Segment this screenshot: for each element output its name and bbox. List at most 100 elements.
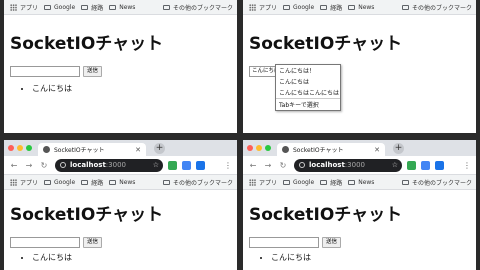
folder-icon — [162, 179, 170, 185]
bookmark-other[interactable]: その他のブックマーク — [162, 3, 233, 12]
bookmark-other[interactable]: その他のブックマーク — [401, 178, 472, 187]
page-title: SocketIOチャット — [10, 205, 164, 225]
folder-icon — [44, 4, 52, 10]
bookmark-google[interactable]: Google — [44, 179, 75, 186]
autocomplete-option[interactable]: こんにちは！ — [276, 65, 340, 76]
send-button[interactable]: 送信 — [83, 66, 103, 77]
bookmark-google[interactable]: Google — [44, 4, 75, 11]
close-window-icon[interactable] — [247, 145, 253, 151]
url-port: :3000 — [105, 161, 126, 169]
bookmark-news[interactable]: News — [109, 4, 135, 11]
back-icon[interactable]: ← — [9, 161, 19, 170]
folder-icon — [320, 4, 328, 10]
send-button[interactable]: 送信 — [322, 237, 342, 248]
autocomplete-option[interactable]: こんにちは — [276, 76, 340, 87]
info-icon[interactable] — [60, 162, 66, 168]
folder-icon — [401, 179, 409, 185]
forward-icon[interactable]: → — [263, 161, 273, 170]
maximize-window-icon[interactable] — [26, 145, 32, 151]
minimize-window-icon[interactable] — [256, 145, 262, 151]
bookmark-star-icon[interactable]: ☆ — [153, 161, 159, 169]
chat-form: 送信 — [10, 237, 231, 248]
window-controls — [247, 145, 271, 151]
address-bar[interactable]: localhost:3000 ☆ — [55, 158, 163, 172]
message-list: こんにちは — [10, 83, 231, 94]
extension-icon[interactable] — [168, 160, 177, 170]
bookmark-news[interactable]: News — [109, 179, 135, 186]
bookmark-other[interactable]: その他のブックマーク — [162, 178, 233, 187]
bookmark-star-icon[interactable]: ☆ — [392, 161, 398, 169]
menu-icon[interactable]: ⋮ — [463, 161, 471, 170]
message-input[interactable] — [249, 237, 319, 248]
reload-icon[interactable]: ↻ — [39, 161, 49, 170]
url-port: :3000 — [344, 161, 365, 169]
maximize-window-icon[interactable] — [265, 145, 271, 151]
bookmark-google[interactable]: Google — [283, 179, 314, 186]
bookmark-route[interactable]: 経路 — [81, 178, 103, 187]
favicon-icon — [282, 146, 289, 153]
address-bar[interactable]: localhost:3000 ☆ — [294, 158, 402, 172]
info-icon[interactable] — [299, 162, 305, 168]
bookmark-route[interactable]: 経路 — [320, 178, 342, 187]
close-tab-icon[interactable]: ✕ — [374, 146, 380, 154]
back-icon[interactable]: ← — [248, 161, 258, 170]
message-input[interactable] — [10, 237, 80, 248]
window-controls — [8, 145, 32, 151]
extension-icon[interactable] — [196, 160, 205, 170]
folder-icon — [401, 4, 409, 10]
bookmark-route[interactable]: 経路 — [320, 3, 342, 12]
apps-icon — [249, 178, 256, 186]
folder-icon — [109, 179, 117, 185]
reload-icon[interactable]: ↻ — [278, 161, 288, 170]
message-item: こんにちは — [32, 252, 231, 263]
chat-form: 送信 — [10, 66, 231, 77]
bookmark-route[interactable]: 経路 — [81, 3, 103, 12]
window-top-right: アプリ Google 経路 News その他のブックマーク SocketIOチャ… — [243, 0, 476, 133]
bookmark-other[interactable]: その他のブックマーク — [401, 3, 472, 12]
page-content: SocketIOチャット 送信 こんにちは — [4, 190, 237, 263]
new-tab-button[interactable]: + — [393, 143, 404, 154]
extension-icon[interactable] — [421, 160, 430, 170]
bookmark-apps[interactable]: アプリ — [249, 3, 277, 12]
tab-strip: SocketIOチャット ✕ + — [243, 140, 476, 156]
page-title: SocketIOチャット — [249, 34, 403, 54]
folder-icon — [320, 179, 328, 185]
url-host: localhost — [70, 161, 106, 169]
menu-icon[interactable]: ⋮ — [224, 161, 232, 170]
autocomplete-dropdown: こんにちは！ こんにちは こんにちはこんにちは Tabキーで選択 — [275, 64, 341, 111]
bookmarks-bar: アプリ Google 経路 News その他のブックマーク — [243, 175, 476, 190]
folder-icon — [81, 179, 89, 185]
message-input[interactable] — [10, 66, 80, 77]
bookmark-google[interactable]: Google — [283, 4, 314, 11]
bookmark-news[interactable]: News — [348, 179, 374, 186]
extension-icon[interactable] — [182, 160, 191, 170]
close-window-icon[interactable] — [8, 145, 14, 151]
page-title: SocketIOチャット — [249, 205, 403, 225]
browser-tab[interactable]: SocketIOチャット ✕ — [277, 143, 385, 156]
new-tab-button[interactable]: + — [154, 143, 165, 154]
url-host: localhost — [309, 161, 345, 169]
bookmark-apps[interactable]: アプリ — [249, 178, 277, 187]
autocomplete-option[interactable]: こんにちはこんにちは — [276, 87, 340, 98]
window-bottom-left: SocketIOチャット ✕ + ← → ↻ localhost:3000 ☆ … — [4, 140, 237, 270]
apps-icon — [10, 3, 17, 11]
folder-icon — [109, 4, 117, 10]
browser-tab[interactable]: SocketIOチャット ✕ — [38, 143, 146, 156]
send-button[interactable]: 送信 — [83, 237, 103, 248]
bookmark-apps[interactable]: アプリ — [10, 3, 38, 12]
tab-title: SocketIOチャット — [54, 147, 105, 154]
close-tab-icon[interactable]: ✕ — [135, 146, 141, 154]
message-list: こんにちは — [10, 252, 231, 263]
bookmark-news[interactable]: News — [348, 4, 374, 11]
minimize-window-icon[interactable] — [17, 145, 23, 151]
browser-toolbar: ← → ↻ localhost:3000 ☆ ⋮ — [4, 156, 237, 175]
forward-icon[interactable]: → — [24, 161, 34, 170]
extension-icon[interactable] — [407, 160, 416, 170]
extension-icon[interactable] — [435, 160, 444, 170]
bookmark-apps[interactable]: アプリ — [10, 178, 38, 187]
page-title: SocketIOチャット — [10, 34, 164, 54]
bookmarks-bar: アプリ Google 経路 News その他のブックマーク — [4, 0, 237, 15]
window-bottom-right: SocketIOチャット ✕ + ← → ↻ localhost:3000 ☆ … — [243, 140, 476, 270]
folder-icon — [348, 4, 356, 10]
folder-icon — [44, 179, 52, 185]
